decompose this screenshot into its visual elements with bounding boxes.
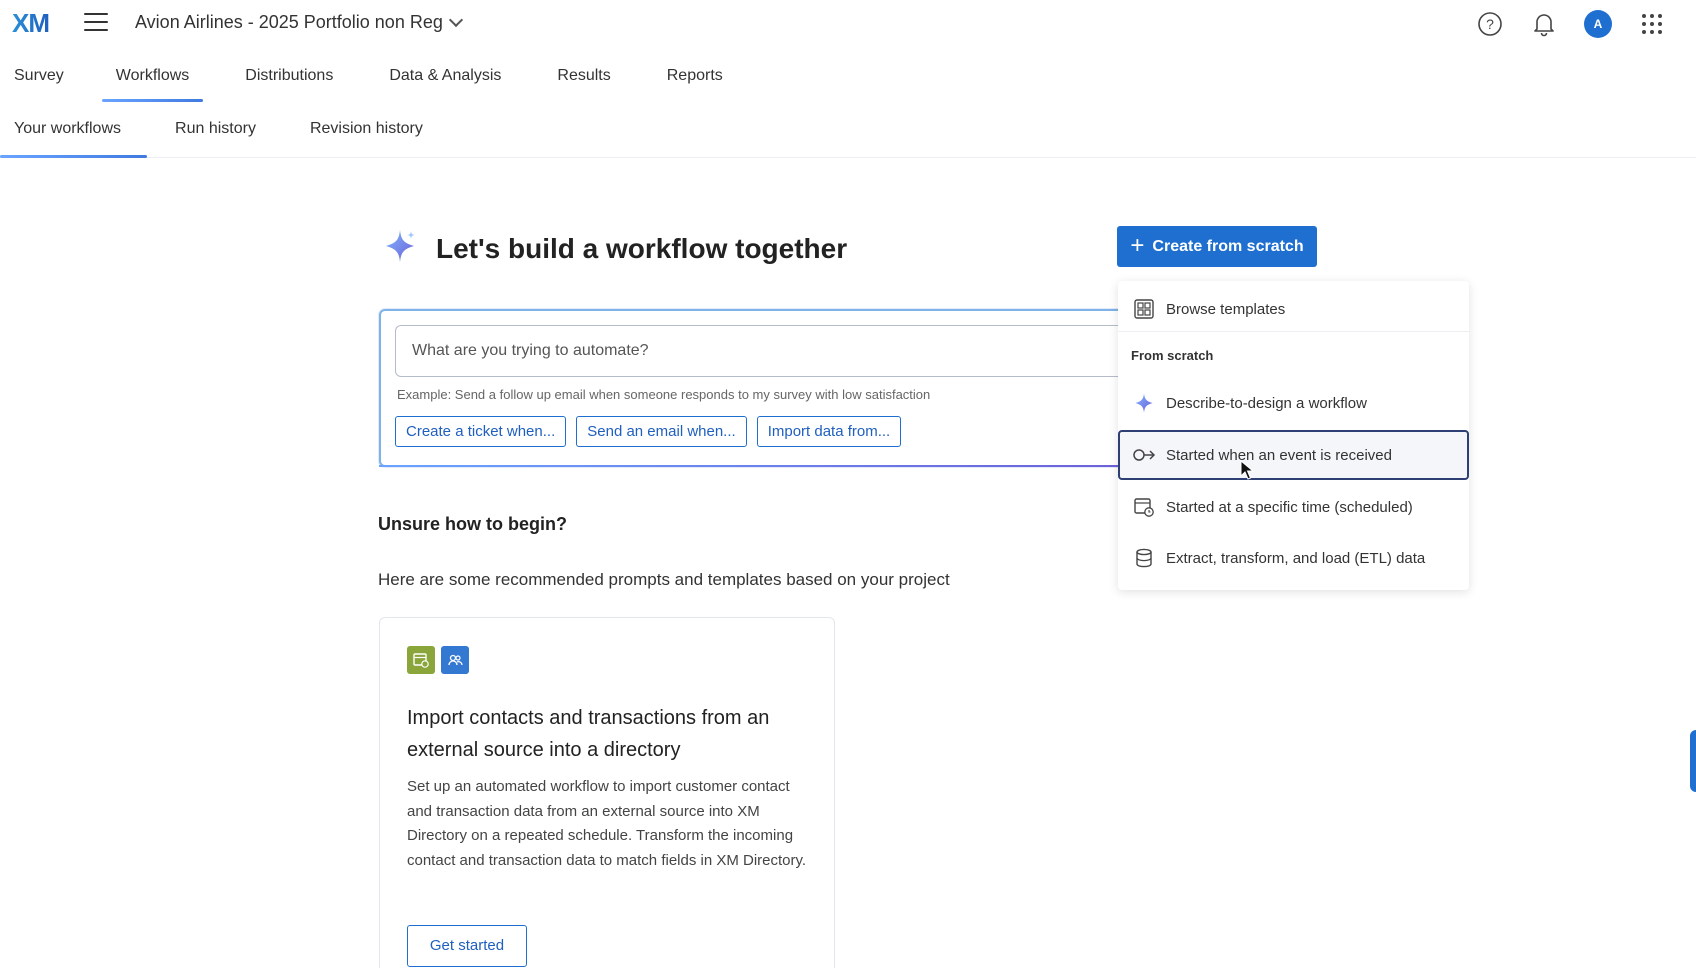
recommendation-description: Set up an automated workflow to import c…: [407, 778, 807, 869]
xm-logo[interactable]: XM: [12, 8, 50, 39]
app-grid-icon[interactable]: [1638, 10, 1666, 38]
prompt-chips: Create a ticket when... Send an email wh…: [395, 416, 902, 447]
templates-icon: [1132, 297, 1156, 321]
menu-item-label: Browse templates: [1166, 300, 1286, 318]
chip-send-email[interactable]: Send an email when...: [576, 416, 747, 447]
menu-item-etl[interactable]: Extract, transform, and load (ETL) data: [1118, 536, 1469, 580]
tab-reports[interactable]: Reports: [653, 50, 737, 102]
event-trigger-icon: [1132, 443, 1156, 467]
chip-create-ticket[interactable]: Create a ticket when...: [395, 416, 567, 447]
prompt-card: What are you trying to automate? Example…: [379, 309, 1139, 467]
tab-revision-history[interactable]: Revision history: [296, 104, 437, 157]
menu-item-label: Describe-to-design a workflow: [1166, 394, 1367, 412]
workflows-page: XM Avion Airlines - 2025 Portfolio non R…: [0, 0, 1696, 968]
menu-item-browse-templates[interactable]: Browse templates: [1118, 287, 1469, 331]
tab-your-workflows[interactable]: Your workflows: [0, 104, 148, 158]
sparkle-icon: [1132, 391, 1156, 415]
calendar-icon: [407, 646, 435, 674]
guidance-subtext: Here are some recommended prompts and te…: [378, 570, 950, 589]
feedback-side-tab[interactable]: [1690, 730, 1696, 792]
menu-item-scheduled[interactable]: Started at a specific time (scheduled): [1118, 485, 1469, 529]
menu-item-describe-to-design[interactable]: Describe-to-design a workflow: [1118, 381, 1469, 425]
secondary-tabs: Your workflows Run history Revision hist…: [0, 104, 1696, 158]
chevron-down-icon: [448, 12, 463, 28]
recommendation-card[interactable]: Import contacts and transactions from an…: [379, 617, 835, 968]
menu-icon[interactable]: [84, 13, 108, 33]
get-started-button[interactable]: Get started: [407, 925, 527, 967]
plus-icon: +: [1130, 231, 1145, 259]
database-icon: [1132, 546, 1156, 570]
guidance-heading: Unsure how to begin?: [378, 514, 567, 534]
menu-divider: [1118, 331, 1469, 332]
create-from-scratch-button[interactable]: + Create from scratch: [1117, 226, 1317, 267]
project-title: Avion Airlines - 2025 Portfolio non Reg: [135, 12, 443, 32]
tab-workflows[interactable]: Workflows: [101, 50, 204, 102]
tab-distributions[interactable]: Distributions: [231, 50, 347, 102]
create-button-label: Create from scratch: [1152, 237, 1304, 255]
bell-icon[interactable]: [1530, 10, 1558, 38]
mouse-cursor-icon: [1240, 459, 1255, 485]
tab-survey[interactable]: Survey: [0, 50, 78, 102]
menu-item-label: Started when an event is received: [1166, 446, 1392, 464]
avatar: A: [1584, 10, 1612, 38]
svg-text:?: ?: [1486, 16, 1494, 32]
user-avatar[interactable]: A: [1584, 10, 1612, 38]
primary-tabs: Survey Workflows Distributions Data & An…: [0, 50, 765, 102]
tab-run-history[interactable]: Run history: [161, 104, 270, 157]
calendar-clock-icon: [1132, 495, 1156, 519]
recommendation-icons: [407, 646, 469, 674]
page-title: Let's build a workflow together: [436, 232, 848, 264]
create-dropdown-menu: Browse templates From scratch Describe-t…: [1118, 281, 1469, 590]
menu-item-event-triggered[interactable]: Started when an event is received: [1118, 430, 1469, 480]
menu-item-label: Extract, transform, and load (ETL) data: [1166, 549, 1426, 567]
sparkle-icon: [382, 228, 418, 269]
menu-section-label: From scratch: [1131, 348, 1214, 363]
menu-item-label: Started at a specific time (scheduled): [1166, 498, 1413, 516]
help-icon[interactable]: ?: [1476, 10, 1504, 38]
top-icons: ? A: [1476, 10, 1666, 38]
automation-prompt-input[interactable]: What are you trying to automate?: [395, 325, 1135, 377]
tab-results[interactable]: Results: [543, 50, 624, 102]
hero: Let's build a workflow together: [382, 228, 847, 269]
contacts-icon: [441, 646, 469, 674]
recommendation-title: Import contacts and transactions from an…: [407, 707, 770, 761]
project-selector[interactable]: Avion Airlines - 2025 Portfolio non Reg: [135, 12, 463, 33]
chip-import-data[interactable]: Import data from...: [756, 416, 902, 447]
prompt-example: Example: Send a follow up email when som…: [397, 387, 931, 402]
top-bar: XM Avion Airlines - 2025 Portfolio non R…: [0, 0, 1696, 48]
tab-data-analysis[interactable]: Data & Analysis: [375, 50, 515, 102]
